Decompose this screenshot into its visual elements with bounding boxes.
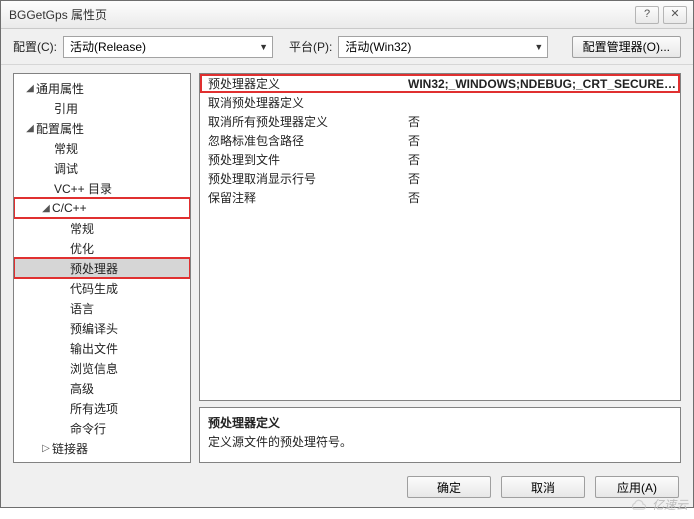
configuration-manager-button[interactable]: 配置管理器(O)... xyxy=(572,36,681,58)
platform-label: 平台(P): xyxy=(289,38,332,55)
tree-item-config[interactable]: ◢配置属性 xyxy=(14,118,190,138)
footer: 确定 取消 应用(A) xyxy=(1,467,693,507)
tree-item-linker[interactable]: ▷链接器 xyxy=(14,438,190,458)
chevron-down-icon: ▼ xyxy=(259,42,268,52)
tree-item-cc-preproc[interactable]: 预处理器 xyxy=(14,258,190,278)
window-title: BGGetGps 属性页 xyxy=(9,6,631,23)
tree-item-cc[interactable]: ◢C/C++ xyxy=(14,198,190,218)
cancel-button[interactable]: 取消 xyxy=(501,476,585,498)
dialog-body: ◢通用属性 引用 ◢配置属性 常规 调试 VC++ 目录 ◢C/C++ 常规 优… xyxy=(1,65,693,467)
grid-row-undef-all[interactable]: 取消所有预处理器定义 否 xyxy=(200,112,680,131)
grid-row-preproc-to-file[interactable]: 预处理到文件 否 xyxy=(200,150,680,169)
titlebar: BGGetGps 属性页 ? ✕ xyxy=(1,1,693,29)
tree-item-vcdirs[interactable]: VC++ 目录 xyxy=(14,178,190,198)
tree-item-common[interactable]: ◢通用属性 xyxy=(14,78,190,98)
tree-item-cc-pch[interactable]: 预编译头 xyxy=(14,318,190,338)
tree-item-manifest[interactable]: ▷清单工具 xyxy=(14,458,190,463)
description-title: 预处理器定义 xyxy=(208,414,672,431)
description-panel: 预处理器定义 定义源文件的预处理符号。 xyxy=(199,407,681,463)
tree-item-cc-outfiles[interactable]: 输出文件 xyxy=(14,338,190,358)
description-text: 定义源文件的预处理符号。 xyxy=(208,433,672,450)
tree-panel[interactable]: ◢通用属性 引用 ◢配置属性 常规 调试 VC++ 目录 ◢C/C++ 常规 优… xyxy=(13,73,191,463)
configuration-combo[interactable]: 活动(Release) ▼ xyxy=(63,36,273,58)
tree-item-cc-all[interactable]: 所有选项 xyxy=(14,398,190,418)
close-button[interactable]: ✕ xyxy=(663,6,687,24)
ok-button[interactable]: 确定 xyxy=(407,476,491,498)
toolbar: 配置(C): 活动(Release) ▼ 平台(P): 活动(Win32) ▼ … xyxy=(1,29,693,65)
grid-row-undef[interactable]: 取消预处理器定义 xyxy=(200,93,680,112)
chevron-down-icon: ▼ xyxy=(534,42,543,52)
platform-value: 活动(Win32) xyxy=(345,38,411,55)
right-column: 预处理器定义 WIN32;_WINDOWS;NDEBUG;_CRT_SECURE… xyxy=(199,73,681,463)
tree-item-debug[interactable]: 调试 xyxy=(14,158,190,178)
property-grid[interactable]: 预处理器定义 WIN32;_WINDOWS;NDEBUG;_CRT_SECURE… xyxy=(199,73,681,401)
apply-button[interactable]: 应用(A) xyxy=(595,476,679,498)
configuration-value: 活动(Release) xyxy=(70,38,146,55)
tree-item-reference[interactable]: 引用 xyxy=(14,98,190,118)
configuration-label: 配置(C): xyxy=(13,38,57,55)
property-page-dialog: BGGetGps 属性页 ? ✕ 配置(C): 活动(Release) ▼ 平台… xyxy=(0,0,694,508)
tree-item-cc-general[interactable]: 常规 xyxy=(14,218,190,238)
grid-row-suppress-line[interactable]: 预处理取消显示行号 否 xyxy=(200,169,680,188)
tree-item-cc-lang[interactable]: 语言 xyxy=(14,298,190,318)
help-button[interactable]: ? xyxy=(635,6,659,24)
tree-item-general[interactable]: 常规 xyxy=(14,138,190,158)
tree-item-cc-codegen[interactable]: 代码生成 xyxy=(14,278,190,298)
platform-combo[interactable]: 活动(Win32) ▼ xyxy=(338,36,548,58)
tree-item-cc-advanced[interactable]: 高级 xyxy=(14,378,190,398)
tree-item-cc-browse[interactable]: 浏览信息 xyxy=(14,358,190,378)
tree-item-cc-opt[interactable]: 优化 xyxy=(14,238,190,258)
grid-row-preproc-defs[interactable]: 预处理器定义 WIN32;_WINDOWS;NDEBUG;_CRT_SECURE… xyxy=(200,74,680,93)
grid-row-keep-comments[interactable]: 保留注释 否 xyxy=(200,188,680,207)
tree-item-cc-cmdline[interactable]: 命令行 xyxy=(14,418,190,438)
grid-row-ignore-std-inc[interactable]: 忽略标准包含路径 否 xyxy=(200,131,680,150)
